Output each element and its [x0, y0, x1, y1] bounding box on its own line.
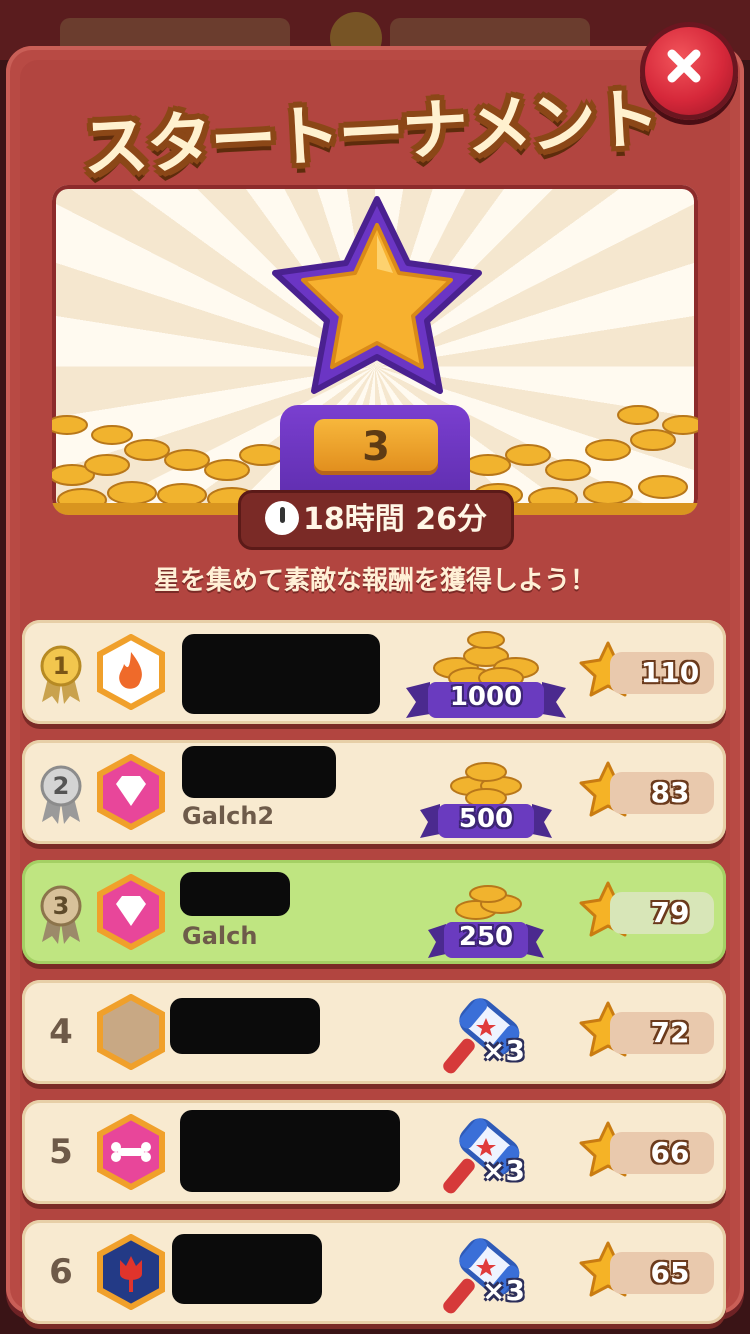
reward-amount: ×3	[482, 1274, 525, 1307]
timer-text: 18時間 26分	[303, 502, 487, 537]
redacted-player-name	[170, 998, 320, 1054]
subtitle: 星を集めて素敵な報酬を獲得しよう！	[153, 566, 596, 596]
score-value: 66	[650, 1136, 690, 1169]
tulip-badge-icon	[97, 1234, 165, 1310]
leaderboard-row[interactable]: 1 1000 110	[22, 620, 726, 724]
rank-number: 6	[49, 1252, 73, 1292]
reward-amount: ×3	[482, 1034, 525, 1067]
reward-amount: 1000	[449, 682, 523, 712]
leaderboard-row[interactable]: 5 ×3 66	[22, 1100, 726, 1204]
rank-number: 5	[49, 1132, 73, 1172]
fire-badge-icon	[97, 634, 165, 710]
bone-badge-icon	[97, 1114, 165, 1190]
leaderboard-row-current-player[interactable]: 3 Galch 250 79	[22, 860, 726, 964]
player-name: Galch	[182, 922, 258, 950]
reward-amount: 250	[458, 922, 514, 952]
hero-banner: 3	[52, 185, 698, 515]
player-name: Galch2	[182, 802, 275, 830]
rank-number: 3	[52, 892, 70, 920]
reward-amount: 500	[458, 804, 514, 834]
leaderboard-row[interactable]: 4 ×3 72	[22, 980, 726, 1084]
score-value: 79	[650, 896, 690, 929]
rank-number: 4	[49, 1012, 73, 1052]
redacted-player-name	[180, 1110, 400, 1192]
reward-amount: ×3	[482, 1154, 525, 1187]
rank-number: 2	[52, 772, 70, 800]
rank-number: 1	[52, 652, 70, 680]
score-value: 110	[640, 656, 700, 689]
leaderboard-row[interactable]: 6 ×3 65	[22, 1220, 726, 1324]
diamond-badge-icon	[97, 874, 165, 950]
redacted-player-name	[182, 634, 380, 714]
redacted-player-name	[172, 1234, 322, 1304]
score-value: 83	[650, 776, 690, 809]
empty-badge-icon	[97, 994, 165, 1070]
score-value: 65	[650, 1256, 690, 1289]
trophy-star-icon	[272, 196, 482, 394]
diamond-badge-icon	[97, 754, 165, 830]
trophy-rank-plate: 3	[314, 419, 438, 475]
redacted-player-name	[180, 872, 290, 916]
clock-icon	[265, 500, 300, 535]
redacted-player-name	[182, 746, 336, 798]
leaderboard-row[interactable]: 2 Galch2 500 83	[22, 740, 726, 844]
score-value: 72	[650, 1016, 690, 1049]
countdown-timer: 18時間 26分	[238, 490, 514, 550]
